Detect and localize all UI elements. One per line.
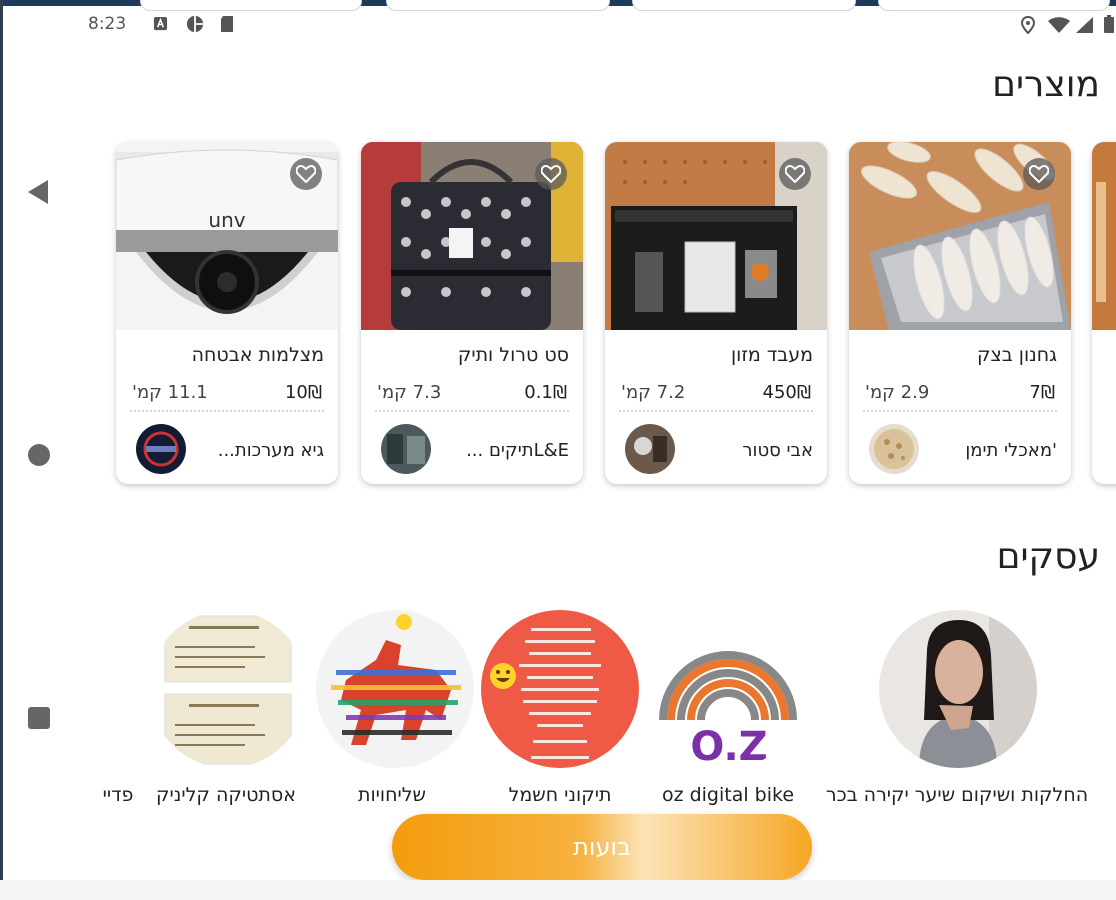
status-bar: 8:23 <box>3 6 1116 42</box>
seller-avatar <box>381 424 431 474</box>
wifi-icon <box>1048 17 1070 33</box>
favorite-heart-icon[interactable] <box>535 158 567 190</box>
product-distance: 7.2 קמ' <box>621 382 686 403</box>
favorite-heart-icon[interactable] <box>1023 158 1055 190</box>
product-title: מצלמות אבטחה <box>191 344 324 366</box>
favorite-heart-icon[interactable] <box>779 158 811 190</box>
recents-nav-icon[interactable] <box>28 707 50 729</box>
business-item[interactable] <box>878 610 1038 768</box>
business-image <box>879 610 1037 768</box>
seller-avatar <box>625 424 675 474</box>
seller-avatar <box>869 424 919 474</box>
business-label: אסתטיקה קליניק <box>156 784 296 806</box>
business-image <box>149 610 307 768</box>
a-icon <box>153 16 168 31</box>
business-label: שליחויות <box>357 784 426 806</box>
battery-icon <box>1104 15 1114 33</box>
product-price: 450₪ <box>762 382 811 403</box>
business-label: oz digital bike <box>661 784 795 806</box>
status-time: 8:23 <box>88 14 127 34</box>
bottom-edge <box>0 880 1116 900</box>
product-distance: 7.3 קמ' <box>377 382 442 403</box>
product-title: גחנון בצק <box>977 344 1057 366</box>
favorite-heart-icon[interactable] <box>290 158 322 190</box>
media-icon <box>186 15 204 33</box>
business-item[interactable] <box>148 610 308 768</box>
signal-icon <box>1076 17 1093 33</box>
business-image <box>481 610 639 768</box>
business-image <box>316 610 474 768</box>
product-card-partial[interactable] <box>1092 142 1116 484</box>
product-price: 0.1₪ <box>524 382 567 403</box>
location-icon <box>1020 16 1036 34</box>
business-label: תיקוני חשמל <box>508 784 612 806</box>
seller-name: L&Eתיקים ... <box>466 440 569 461</box>
product-price: 7₪ <box>1029 382 1055 403</box>
window-left-border <box>0 0 3 900</box>
product-distance: 11.1 קמ' <box>132 382 208 403</box>
businesses-section-title: עסקים <box>996 536 1100 577</box>
business-label-partial: פדיי <box>102 784 134 806</box>
business-item[interactable] <box>480 610 640 768</box>
divider <box>863 410 1057 412</box>
divider <box>619 410 813 412</box>
sd-card-icon <box>221 16 233 32</box>
products-section-title: מוצרים <box>992 64 1100 105</box>
business-item[interactable]: O.Z <box>648 610 808 768</box>
svg-text:unv: unv <box>208 208 245 232</box>
seller-name: 'מאכלי תימן <box>965 440 1057 461</box>
bubbles-button[interactable]: בועות <box>392 814 812 880</box>
divider <box>130 410 324 412</box>
product-title: מעבד מזון <box>730 344 813 366</box>
oz-logo-text: O.Z <box>690 724 767 768</box>
seller-name: גיא מערכות... <box>217 440 324 461</box>
home-nav-icon[interactable] <box>28 444 50 466</box>
product-price: 10₪ <box>284 382 322 403</box>
product-card[interactable]: מעבד מזון 450₪ 7.2 קמ' אבי סטור <box>605 142 827 484</box>
product-card[interactable]: unv מצלמות אבטחה 10₪ 11.1 קמ' גיא מערכות… <box>116 142 338 484</box>
product-card[interactable]: סט טרול ותיק 0.1₪ 7.3 קמ' L&Eתיקים ... <box>361 142 583 484</box>
back-nav-icon[interactable] <box>28 180 48 204</box>
business-image: O.Z <box>649 610 807 768</box>
product-title: סט טרול ותיק <box>457 344 569 366</box>
divider <box>375 410 569 412</box>
seller-name: אבי סטור <box>742 440 813 461</box>
business-label: החלקות ושיקום שיער יקירה בכר <box>825 784 1089 806</box>
product-card[interactable]: גחנון בצק 7₪ 2.9 קמ' 'מאכלי תימן <box>849 142 1071 484</box>
business-item[interactable] <box>315 610 475 768</box>
product-distance: 2.9 קמ' <box>865 382 930 403</box>
seller-avatar <box>136 424 186 474</box>
